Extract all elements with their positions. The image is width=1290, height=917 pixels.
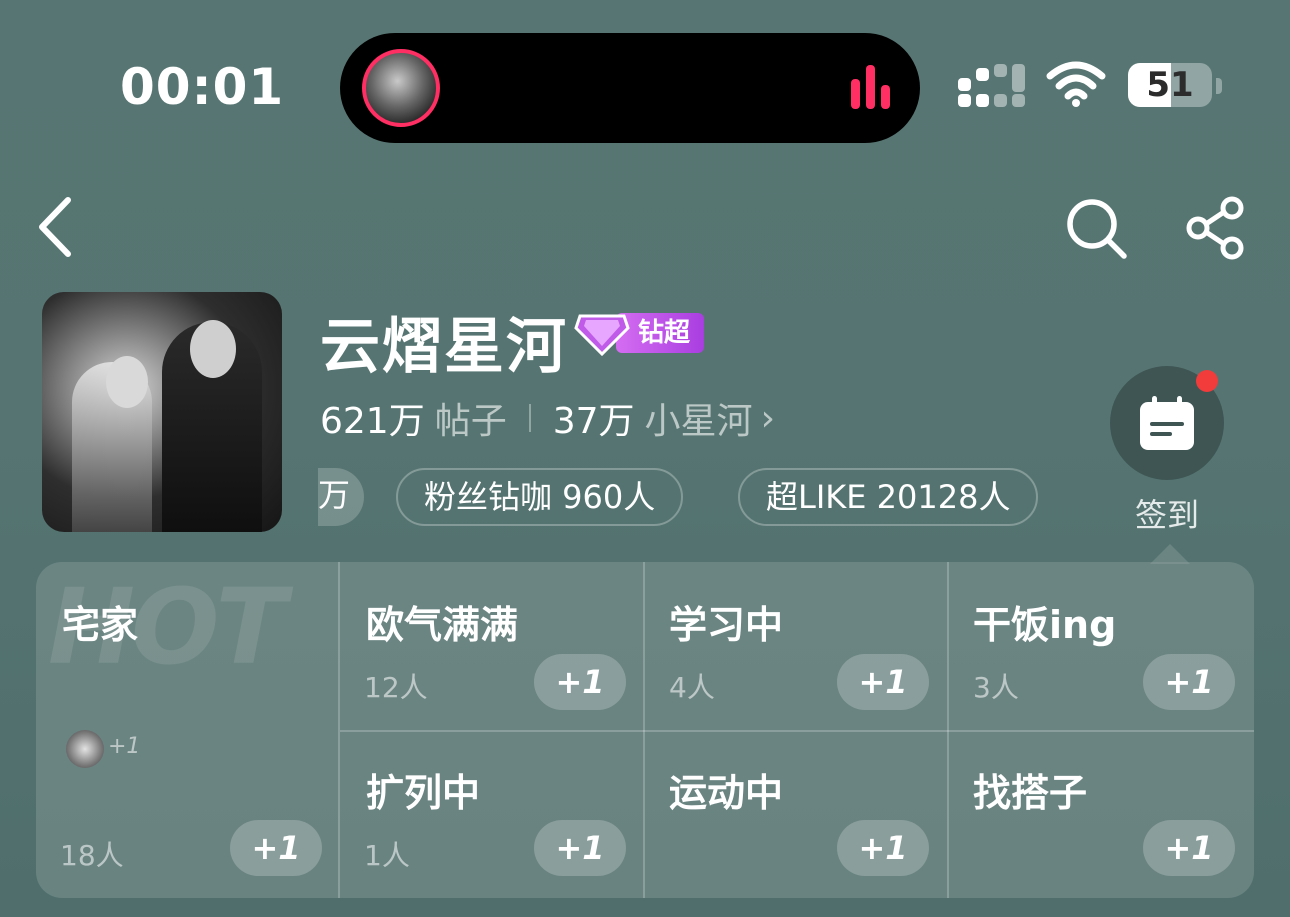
panel-pointer [1150, 544, 1190, 564]
stats-divider [528, 404, 531, 432]
community-title: 云熠星河 [320, 312, 568, 382]
checkin-label: 签到 [1134, 496, 1199, 534]
mood-cell[interactable]: 运动中 +1 [645, 732, 947, 898]
avatar-extra: +1 [108, 734, 141, 759]
mood-count: 1人 [364, 839, 410, 872]
mood-title: 找搭子 [973, 771, 1088, 815]
wifi-icon [1046, 61, 1106, 107]
tag-super-like[interactable]: 超LIKE 20128人 [738, 468, 1039, 526]
mood-cell[interactable]: 干饭ing 3人 +1 [949, 562, 1254, 730]
tag-partial[interactable]: 万 [318, 468, 364, 526]
members-label[interactable]: 小星河 [645, 392, 753, 444]
notification-dot [1196, 370, 1218, 392]
plus-one-button[interactable]: +1 [837, 820, 929, 876]
dynamic-island[interactable] [340, 33, 920, 143]
community-cover-image[interactable] [42, 292, 282, 532]
mood-cell[interactable]: 学习中 4人 +1 [645, 562, 947, 730]
mood-title: 干饭ing [973, 603, 1117, 647]
battery-icon: 51 [1128, 63, 1212, 107]
plus-one-button[interactable]: +1 [1143, 654, 1235, 710]
community-stats: 621万 帖子 37万 小星河 › [320, 392, 775, 444]
diamond-super-badge[interactable]: 钻超 [574, 312, 705, 356]
mood-count: 18人 [60, 839, 124, 872]
mood-cell-featured[interactable]: 宅家 +1 18人 +1 [36, 562, 338, 898]
now-playing-avatar-icon[interactable] [362, 49, 440, 127]
mood-title: 学习中 [669, 603, 784, 647]
tag-row: 万 粉丝钻咖 960人 超LIKE 20128人 [318, 468, 1068, 528]
chevron-right-icon[interactable]: › [761, 398, 775, 439]
plus-one-button[interactable]: +1 [534, 820, 626, 876]
plus-one-button[interactable]: +1 [230, 820, 322, 876]
cellular-signal-icon [958, 64, 1028, 108]
mood-panel: HOT 宅家 +1 18人 +1 欧气满满 12人 +1 学习中 4人 +1 干… [36, 562, 1254, 898]
battery-level: 51 [1146, 65, 1194, 105]
share-icon[interactable] [1184, 196, 1248, 260]
calendar-icon [1140, 396, 1194, 450]
mood-count: 4人 [669, 671, 715, 704]
members-count[interactable]: 37万 [553, 392, 635, 444]
mood-title: 欧气满满 [366, 603, 519, 647]
plus-one-button[interactable]: +1 [837, 654, 929, 710]
battery-cap [1216, 78, 1222, 94]
checkin-button[interactable] [1110, 366, 1224, 480]
mood-title: 扩列中 [366, 771, 481, 815]
mood-title: 运动中 [669, 771, 784, 815]
mood-cell[interactable]: 欧气满满 12人 +1 [340, 562, 643, 730]
tag-fan-rank[interactable]: 粉丝钻咖 960人 [396, 468, 684, 526]
mood-title: 宅家 [62, 603, 139, 647]
plus-one-button[interactable]: +1 [534, 654, 626, 710]
mood-count: 12人 [364, 671, 428, 704]
search-icon[interactable] [1064, 196, 1128, 260]
mood-cell[interactable]: 找搭子 +1 [949, 732, 1254, 898]
mood-cell[interactable]: 扩列中 1人 +1 [340, 732, 643, 898]
member-avatar [66, 730, 104, 768]
posts-label: 帖子 [434, 401, 507, 442]
diamond-icon [574, 314, 630, 356]
mood-count: 3人 [973, 671, 1019, 704]
audio-equalizer-icon [851, 65, 890, 109]
plus-one-button[interactable]: +1 [1143, 820, 1235, 876]
back-icon[interactable] [30, 192, 80, 262]
status-time: 00:01 [120, 58, 285, 116]
posts-count: 621万 [320, 401, 425, 442]
